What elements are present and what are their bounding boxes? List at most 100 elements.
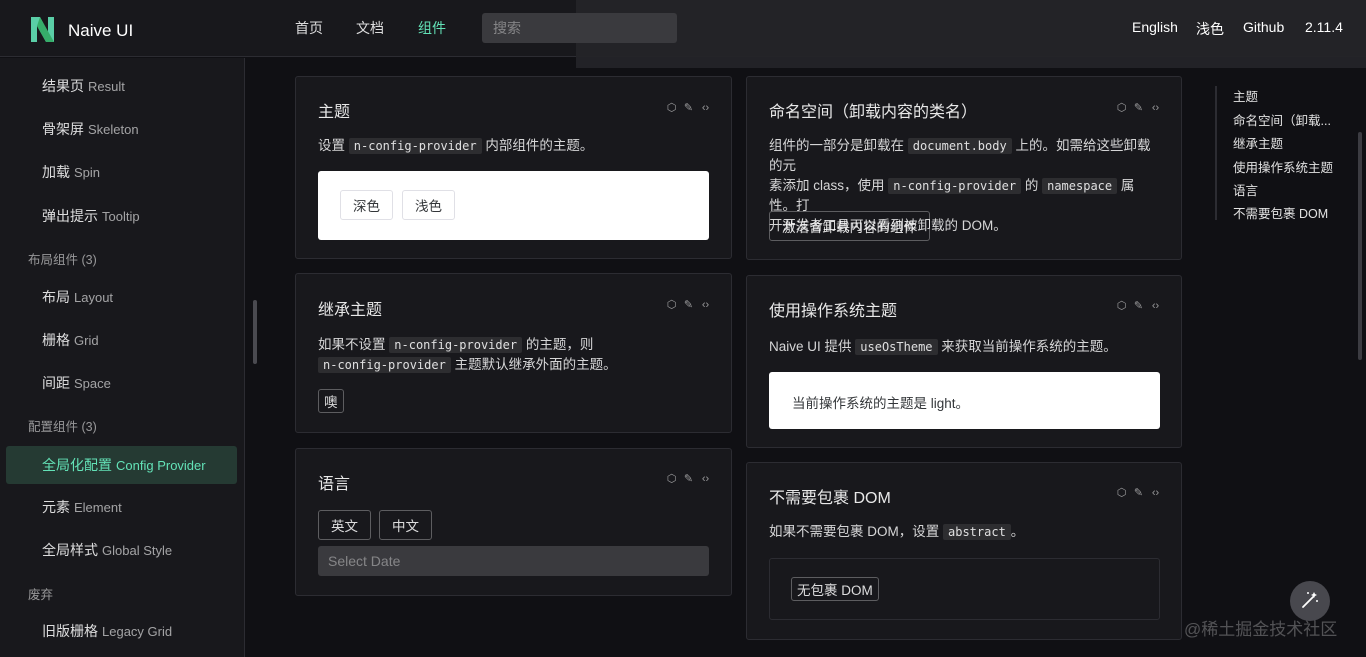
anchor-inherit-theme[interactable]: 继承主题 <box>1233 133 1283 152</box>
nav-docs[interactable]: 文档 <box>356 18 384 38</box>
sidebar-item-space[interactable]: 间距Space <box>6 364 237 402</box>
theme-switch[interactable]: 浅色 <box>1196 19 1224 39</box>
dark-theme-button[interactable]: 深色 <box>340 190 393 220</box>
text: Naive UI 提供 <box>769 339 855 354</box>
sidebar-item-sublabel: Spin <box>74 165 100 180</box>
anchor-os-theme[interactable]: 使用操作系统主题 <box>1233 157 1333 176</box>
sidebar-item-sublabel: Legacy Grid <box>102 624 172 639</box>
card-toolbar: ⬡ ✎ ‹› <box>666 473 711 484</box>
inline-code: useOsTheme <box>855 339 937 355</box>
anchor-namespace[interactable]: 命名空间（卸载... <box>1233 110 1331 129</box>
code-icon[interactable]: ‹› <box>700 473 711 484</box>
sidebar-item-sublabel: Element <box>74 500 122 515</box>
logo[interactable]: Naive UI <box>28 14 133 47</box>
cube-icon[interactable]: ⬡ <box>666 473 677 484</box>
demo-area: 无包裹 DOM <box>769 558 1160 620</box>
chinese-button[interactable]: 中文 <box>379 510 432 540</box>
text: 如果不需要包裹 DOM，设置 <box>769 524 943 539</box>
sidebar-item-sublabel: Skeleton <box>88 122 139 137</box>
sidebar-item-skeleton[interactable]: 骨架屏Skeleton <box>6 110 237 148</box>
demo-area: 深色 浅色 <box>318 171 709 240</box>
sidebar-item-config-provider[interactable]: 全局化配置Config Provider <box>6 446 237 484</box>
oh-button[interactable]: 噢 <box>318 389 344 413</box>
top-header: Naive UI 首页 文档 组件 English 浅色 Github 2.11… <box>0 0 1366 57</box>
sidebar-item-label: 间距 <box>42 373 70 393</box>
edit-icon[interactable]: ✎ <box>1133 487 1144 498</box>
language-switch[interactable]: English <box>1132 19 1178 35</box>
sidebar-item-label: 弹出提示 <box>42 206 98 226</box>
text: 的 <box>1021 178 1042 193</box>
watermark: @稀土掘金技术社区 <box>1184 615 1337 640</box>
sidebar-item-element[interactable]: 元素 Element <box>6 488 237 526</box>
edit-icon[interactable]: ✎ <box>683 102 694 113</box>
cube-icon[interactable]: ⬡ <box>1116 300 1127 311</box>
nav-components[interactable]: 组件 <box>418 18 446 38</box>
card-abstract: 不需要包裹 DOM ⬡✎‹› 如果不需要包裹 DOM，设置 abstract。 … <box>746 462 1182 640</box>
sidebar-item-label: 全局样式 <box>42 540 98 560</box>
card-title: 语言 <box>318 470 350 494</box>
cube-icon[interactable]: ⬡ <box>666 299 677 310</box>
cube-icon[interactable]: ⬡ <box>1116 102 1127 113</box>
card-title: 不需要包裹 DOM <box>769 484 891 508</box>
sidebar-item-sublabel: Tooltip <box>102 209 140 224</box>
sidebar-item-grid[interactable]: 栅格Grid <box>6 321 237 359</box>
cube-icon[interactable]: ⬡ <box>666 102 677 113</box>
sidebar-group-layout: 布局组件 (3) <box>28 249 97 268</box>
card-theme: 主题 ⬡✎‹› 设置 n-config-provider 内部组件的主题。 深色… <box>295 76 732 259</box>
code-icon[interactable]: ‹› <box>1150 487 1161 498</box>
github-link[interactable]: Github <box>1243 19 1284 35</box>
code-icon[interactable]: ‹› <box>700 299 711 310</box>
activate-detached-button[interactable]: 激活含卸载内容的组件 <box>769 211 930 241</box>
card-namespace: 命名空间（卸载内容的类名） ⬡ ✎ ‹› 组件的一部分是卸载在 document.b… <box>746 76 1182 260</box>
logo-text: Naive UI <box>68 21 133 41</box>
search-input[interactable] <box>482 13 677 43</box>
edit-icon[interactable]: ✎ <box>1133 300 1144 311</box>
sidebar-item-label: 元素 <box>42 497 70 517</box>
sidebar-item-tooltip[interactable]: 弹出提示 Tooltip <box>6 197 237 235</box>
sidebar-item-legacy-grid[interactable]: 旧版栅格Legacy Grid <box>6 612 237 650</box>
inline-code: document.body <box>908 138 1012 154</box>
sidebar-item-sublabel: Global Style <box>102 543 172 558</box>
inline-code: n-config-provider <box>888 178 1021 194</box>
card-description: Naive UI 提供 useOsTheme 来获取当前操作系统的主题。 <box>769 337 1161 357</box>
edit-icon[interactable]: ✎ <box>683 473 694 484</box>
page-scrollbar[interactable] <box>1358 132 1362 360</box>
sidebar-item-sublabel: Result <box>88 79 125 94</box>
no-wrap-dom-button[interactable]: 无包裹 DOM <box>791 577 879 601</box>
text: 素添加 class，使用 <box>769 178 888 193</box>
code-icon[interactable]: ‹› <box>700 102 711 113</box>
sidebar-item-result[interactable]: 结果页Result <box>6 67 237 105</box>
anchor-abstract[interactable]: 不需要包裹 DOM <box>1233 203 1328 222</box>
card-title: 主题 <box>318 98 350 122</box>
sidebar-scrollbar[interactable] <box>253 300 257 364</box>
card-title: 继承主题 <box>318 296 382 320</box>
text: 组件的一部分是卸载在 <box>769 138 908 153</box>
edit-icon[interactable]: ✎ <box>683 299 694 310</box>
card-toolbar: ⬡ ✎ ‹› <box>1116 300 1161 311</box>
sidebar-item-layout[interactable]: 布局Layout <box>6 278 237 316</box>
sidebar-item-label: 栅格 <box>42 330 70 350</box>
card-title: 命名空间（卸载内容的类名） <box>769 98 977 122</box>
date-picker-input[interactable] <box>318 546 709 576</box>
code-icon[interactable]: ‹› <box>1150 102 1161 113</box>
cube-icon[interactable]: ⬡ <box>1116 487 1127 498</box>
inline-code: n-config-provider <box>389 337 522 353</box>
card-toolbar: ⬡ ✎ ‹› <box>1116 102 1161 113</box>
sidebar-item-global-style[interactable]: 全局样式 Global Style <box>6 531 237 569</box>
sidebar-item-spin[interactable]: 加载Spin <box>6 153 237 191</box>
english-button[interactable]: 英文 <box>318 510 371 540</box>
card-description: 如果不需要包裹 DOM，设置 abstract。 <box>769 522 1161 542</box>
anchor-theme[interactable]: 主题 <box>1233 86 1258 105</box>
card-description: 如果不设置 n-config-provider 的主题，则 n-config-p… <box>318 335 711 375</box>
naive-ui-logo-icon <box>28 14 56 47</box>
text: 主题默认继承外面的主题。 <box>451 357 617 372</box>
sidebar-item-sublabel: Layout <box>74 290 113 305</box>
sidebar-menu: 结果页Result 骨架屏Skeleton 加载Spin 弹出提示 Tooltip… <box>0 58 245 657</box>
card-title: 使用操作系统主题 <box>769 297 897 321</box>
nav-home[interactable]: 首页 <box>295 18 323 38</box>
anchor-locale[interactable]: 语言 <box>1233 180 1258 199</box>
edit-icon[interactable]: ✎ <box>1133 102 1144 113</box>
text: 的主题，则 <box>522 337 593 352</box>
code-icon[interactable]: ‹› <box>1150 300 1161 311</box>
light-theme-button[interactable]: 浅色 <box>402 190 455 220</box>
